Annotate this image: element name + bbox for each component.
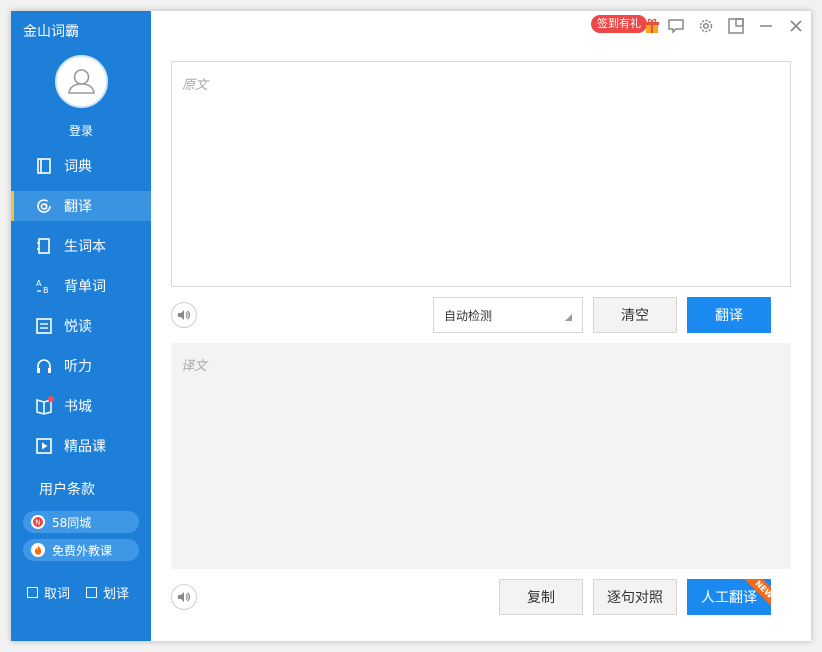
sidebar-item-reading[interactable]: 悦读: [11, 311, 151, 341]
headphones-icon: [37, 359, 51, 373]
58-icon: N: [31, 515, 45, 529]
sidebar-item-label: 悦读: [64, 319, 92, 335]
user-icon: [68, 69, 95, 94]
select-translate-checkbox[interactable]: 划译: [86, 583, 129, 602]
minimize-to-tray-icon[interactable]: [727, 17, 745, 35]
checkbox-label: 划译: [103, 587, 130, 602]
output-speak-button[interactable]: [171, 584, 197, 610]
sidebar-item-dictionary[interactable]: 词典: [11, 151, 151, 181]
capture-word-checkbox[interactable]: 取词: [27, 583, 70, 602]
translation-output: 译文: [171, 343, 791, 569]
sidebar-item-listening[interactable]: 听力: [11, 351, 151, 381]
dropdown-arrow-icon: [565, 314, 572, 321]
flame-icon: [31, 543, 45, 557]
speaker-icon: [178, 592, 191, 602]
close-icon[interactable]: [787, 17, 805, 35]
translate-icon: [37, 199, 51, 213]
notebook-icon: [37, 238, 50, 254]
source-text-input[interactable]: 原文: [171, 61, 791, 287]
sidebar-options: 取词 划译: [27, 583, 129, 602]
copy-button[interactable]: 复制: [499, 579, 583, 615]
translate-button[interactable]: 翻译: [687, 297, 771, 333]
app-window: 金山词霸 登录 词典 翻译 生词本 AB 背单词 悦读 听力 书城 精品课 用户…: [11, 11, 811, 641]
language-select-value: 自动检测: [444, 308, 493, 323]
sidebar-item-courses[interactable]: 精品课: [11, 431, 151, 461]
clear-button[interactable]: 清空: [593, 297, 677, 333]
sidebar-item-translate[interactable]: 翻译: [11, 191, 151, 221]
abc-icon: AB: [36, 279, 49, 295]
sidebar: 金山词霸 登录 词典 翻译 生词本 AB 背单词 悦读 听力 书城 精品课 用户…: [11, 11, 151, 641]
sidebar-item-label: 词典: [64, 159, 92, 175]
avatar[interactable]: [55, 55, 108, 108]
book-icon: [37, 158, 51, 174]
promo-label: 58同城: [52, 515, 92, 530]
signin-gift-badge[interactable]: 签到有礼: [591, 15, 647, 33]
sidebar-item-label: 翻译: [64, 199, 92, 215]
checkbox-box[interactable]: [86, 587, 98, 598]
speaker-icon: [178, 310, 191, 320]
sentence-compare-button[interactable]: 逐句对照: [593, 579, 677, 615]
human-translate-button[interactable]: 人工翻译 NEW: [687, 579, 771, 615]
minimize-icon[interactable]: [757, 17, 775, 35]
sidebar-item-label: 书城: [64, 399, 92, 415]
promo-58-button[interactable]: N 58同城: [23, 511, 139, 533]
human-translate-label: 人工翻译: [701, 590, 757, 606]
user-terms-link[interactable]: 用户条款: [39, 479, 95, 499]
play-icon: [36, 438, 52, 454]
sidebar-nav: 词典 翻译 生词本 AB 背单词 悦读 听力 书城 精品课: [11, 151, 151, 471]
sidebar-item-vocab[interactable]: AB 背单词: [11, 271, 151, 301]
app-title: 金山词霸: [23, 24, 79, 40]
svg-text:B: B: [43, 286, 49, 295]
promo-tutor-button[interactable]: 免费外教课: [23, 539, 139, 561]
output-placeholder: 译文: [181, 359, 208, 374]
notification-dot: [48, 396, 54, 402]
sidebar-item-label: 生词本: [64, 239, 106, 255]
sidebar-item-label: 听力: [64, 359, 92, 375]
checkbox-box[interactable]: [27, 587, 38, 598]
sidebar-item-label: 精品课: [64, 439, 106, 455]
svg-text:N: N: [35, 519, 40, 527]
language-select[interactable]: 自动检测: [433, 297, 583, 333]
login-link[interactable]: 登录: [11, 122, 151, 139]
reading-icon: [36, 318, 52, 334]
promo-label: 免费外教课: [52, 543, 113, 558]
source-placeholder: 原文: [182, 78, 209, 93]
sidebar-item-label: 背单词: [64, 279, 106, 295]
sidebar-item-bookstore[interactable]: 书城: [11, 391, 151, 421]
checkbox-label: 取词: [44, 587, 71, 602]
sidebar-item-wordbook[interactable]: 生词本: [11, 231, 151, 261]
source-speak-button[interactable]: [171, 302, 197, 328]
gift-icon[interactable]: [643, 17, 661, 35]
settings-icon[interactable]: [697, 17, 715, 35]
svg-text:A: A: [36, 279, 42, 288]
feedback-icon[interactable]: [667, 17, 685, 35]
